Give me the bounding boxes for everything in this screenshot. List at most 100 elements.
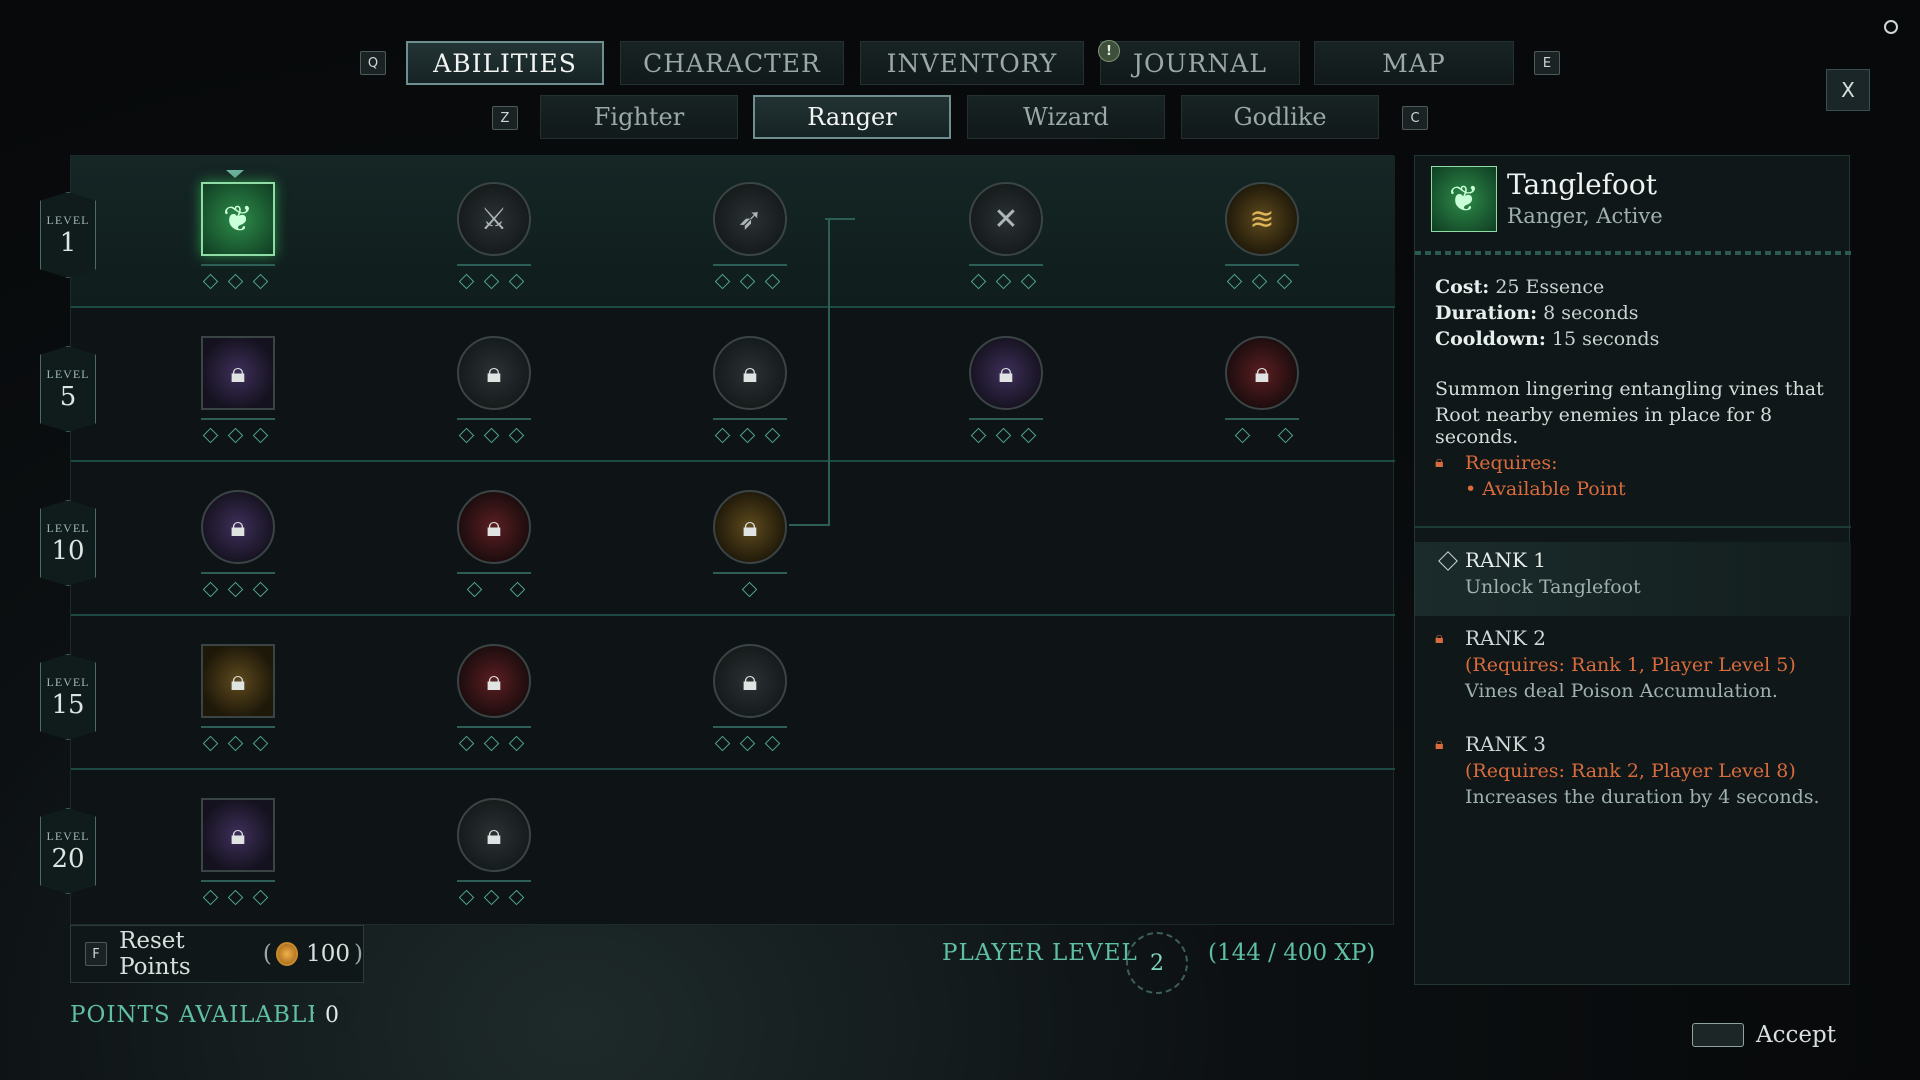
close-button[interactable]: X	[1826, 69, 1870, 111]
subtab-godlike[interactable]: Godlike	[1181, 95, 1379, 139]
level-number: 5	[59, 381, 77, 412]
ability-description-line-1: Summon lingering entangling vines that	[1435, 378, 1824, 400]
rank-2-effect: Vines deal Poison Accumulation.	[1465, 680, 1778, 702]
journal-alert-badge: !	[1098, 40, 1120, 62]
ability-l1-3[interactable]: ➶	[713, 182, 787, 256]
rank-3-title: RANK 3	[1465, 732, 1547, 756]
prev-subtab-key[interactable]: Z	[492, 106, 518, 130]
reset-points-button[interactable]: F Reset Points ( 100 )	[70, 925, 364, 983]
ability-l20-1[interactable]: 🔒︎	[201, 798, 275, 872]
lock-icon: 🔒︎	[1435, 452, 1444, 471]
next-subtab-key[interactable]: C	[1402, 106, 1428, 130]
lock-icon: 🔒︎	[230, 356, 246, 389]
tanglefoot-icon: ❦	[1431, 166, 1497, 232]
rank-1-effect: Unlock Tanglefoot	[1465, 576, 1641, 598]
duration-value: 8 seconds	[1543, 302, 1639, 324]
reset-paren-open: (	[262, 941, 272, 967]
ability-name: Tanglefoot	[1507, 168, 1658, 201]
level-badge-5: LEVEL 5	[40, 346, 96, 432]
ability-l20-2[interactable]: 🔒︎	[457, 798, 531, 872]
rank-pips	[466, 581, 526, 598]
cooldown-label: Cooldown:	[1435, 328, 1546, 350]
node-baseline	[1225, 264, 1299, 266]
ability-tanglefoot[interactable]: ❦	[201, 182, 275, 256]
ability-subtitle: Ranger, Active	[1507, 204, 1663, 228]
lock-icon: 🔒︎	[742, 510, 758, 543]
next-tab-key[interactable]: E	[1534, 51, 1560, 75]
tab-abilities[interactable]: ABILITIES	[406, 41, 604, 85]
ability-l5-3[interactable]: 🔒︎	[713, 336, 787, 410]
ability-l5-5[interactable]: 🔒︎	[1225, 336, 1299, 410]
level-badge-20: LEVEL 20	[40, 808, 96, 894]
lock-icon: 🔒︎	[1254, 356, 1270, 389]
rank-3-requirement: (Requires: Rank 2, Player Level 8)	[1465, 760, 1796, 782]
level-badge-10: LEVEL 10	[40, 500, 96, 586]
lock-icon: 🔒︎	[486, 818, 502, 851]
node-baseline	[201, 418, 275, 420]
rank-pips	[458, 427, 525, 444]
level-number: 20	[51, 843, 85, 874]
lock-icon: 🔒︎	[1435, 734, 1444, 753]
tab-map[interactable]: MAP	[1314, 41, 1514, 85]
node-baseline	[457, 726, 531, 728]
ability-description-line-2: Root nearby enemies in place for 8 secon…	[1435, 404, 1773, 448]
stat-cooldown: Cooldown: 15 seconds	[1435, 328, 1659, 350]
level-label: LEVEL	[46, 520, 90, 535]
accept-button[interactable]: Accept	[1692, 1022, 1836, 1048]
vines-icon: ❦	[222, 198, 254, 240]
ability-tree: ❦ ⚔ ➶ ✕ ≋ 🔒︎ 🔒︎ 🔒︎ 🔒︎ 🔒︎ 🔒︎ 🔒︎ 🔒︎ 🔒︎ 🔒︎ …	[70, 155, 1395, 925]
ability-l1-4[interactable]: ✕	[969, 182, 1043, 256]
ability-l5-4[interactable]: 🔒︎	[969, 336, 1043, 410]
ability-l1-5[interactable]: ≋	[1225, 182, 1299, 256]
claw-slash-icon: ≋	[1249, 201, 1275, 237]
node-baseline	[969, 418, 1043, 420]
lock-icon: 🔒︎	[230, 510, 246, 543]
player-level-label: PLAYER LEVEL	[942, 940, 1138, 966]
rank-pips	[714, 273, 781, 290]
node-baseline	[457, 880, 531, 882]
rank-1: RANK 1 Unlock Tanglefoot	[1415, 542, 1851, 616]
ability-detail-panel: ❦ Tanglefoot Ranger, Active Cost: 25 Ess…	[1414, 155, 1851, 985]
node-baseline	[969, 264, 1043, 266]
ability-l10-1[interactable]: 🔒︎	[201, 490, 275, 564]
lock-icon: 🔒︎	[230, 818, 246, 851]
node-baseline	[201, 726, 275, 728]
reset-paren-close: )	[354, 941, 363, 967]
divider	[1415, 251, 1851, 255]
rank-3: 🔒︎ RANK 3 (Requires: Rank 2, Player Leve…	[1415, 728, 1851, 808]
spacebar-key-icon	[1692, 1023, 1744, 1047]
ability-l10-3[interactable]: 🔒︎	[713, 490, 787, 564]
node-baseline	[713, 418, 787, 420]
settings-corner-icon[interactable]	[1884, 20, 1898, 34]
level-badge-15: LEVEL 15	[40, 654, 96, 740]
node-baseline	[201, 880, 275, 882]
player-level-value: 2	[1150, 950, 1164, 976]
lock-icon: 🔒︎	[998, 356, 1014, 389]
prev-tab-key[interactable]: Q	[360, 51, 386, 75]
rank-pips	[202, 581, 269, 598]
rank-2: 🔒︎ RANK 2 (Requires: Rank 1, Player Leve…	[1415, 622, 1851, 702]
level-number: 10	[51, 535, 85, 566]
tab-inventory[interactable]: INVENTORY	[860, 41, 1084, 85]
player-level-ring: 2	[1126, 932, 1188, 994]
level-label: LEVEL	[46, 366, 90, 381]
rank-pips	[714, 427, 781, 444]
rank-pips	[458, 273, 525, 290]
ability-l1-2[interactable]: ⚔	[457, 182, 531, 256]
ability-l5-1[interactable]: 🔒︎	[201, 336, 275, 410]
ability-l15-3[interactable]: 🔒︎	[713, 644, 787, 718]
node-baseline	[201, 264, 275, 266]
ability-l15-2[interactable]: 🔒︎	[457, 644, 531, 718]
twin-blades-icon: ⚔	[480, 201, 508, 237]
ability-l5-2[interactable]: 🔒︎	[457, 336, 531, 410]
tab-journal[interactable]: JOURNAL	[1100, 41, 1300, 85]
subtab-wizard[interactable]: Wizard	[967, 95, 1165, 139]
node-baseline	[457, 572, 531, 574]
cost-value: 25 Essence	[1495, 276, 1605, 298]
subtab-ranger[interactable]: Ranger	[753, 95, 951, 139]
tab-character[interactable]: CHARACTER	[620, 41, 844, 85]
ability-l10-2[interactable]: 🔒︎	[457, 490, 531, 564]
ability-l15-1[interactable]: 🔒︎	[201, 644, 275, 718]
subtab-fighter[interactable]: Fighter	[540, 95, 738, 139]
rank-pips	[458, 735, 525, 752]
